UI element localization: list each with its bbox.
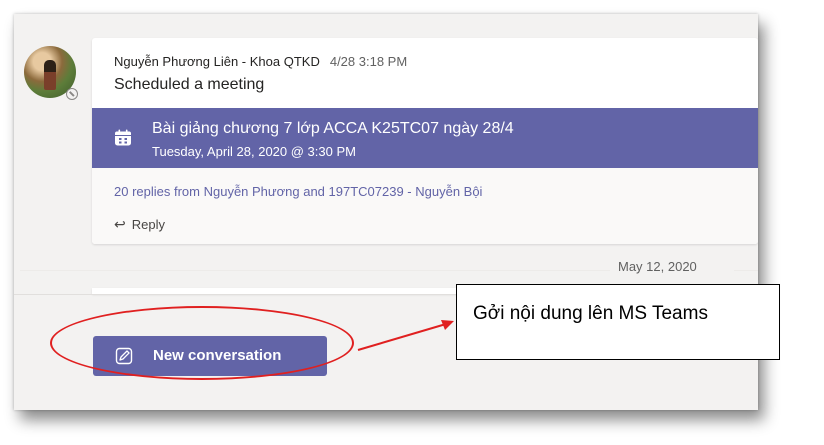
offline-status-icon [66,88,78,100]
annotation-arrow [357,320,454,351]
meeting-banner[interactable]: Bài giảng chương 7 lớp ACCA K25TC07 ngày… [92,108,758,168]
replies-section: 20 replies from Nguyễn Phương and 197TC0… [92,168,758,244]
calendar-icon [115,129,131,146]
reply-label: Reply [131,217,165,232]
post-timestamp: 4/28 3:18 PM [329,54,408,69]
meeting-title: Bài giảng chương 7 lớp ACCA K25TC07 ngày… [152,120,514,137]
replies-link[interactable]: 20 replies from Nguyễn Phương and 197TC0… [114,184,482,199]
date-divider-line [734,270,758,271]
date-divider-line [20,270,610,271]
meeting-post-card: Nguyễn Phương Liên - Khoa QTKD 4/28 3:18 … [92,38,758,244]
annotation-callout: Gởi nội dung lên MS Teams [456,284,780,360]
post-author[interactable]: Nguyễn Phương Liên - Khoa QTKD [114,54,320,69]
date-separator: May 12, 2020 [618,259,697,274]
avatar-photo [44,60,56,90]
meeting-date: Tuesday, April 28, 2020 @ 3:30 PM [152,144,356,159]
callout-text: Gởi nội dung lên MS Teams [473,303,708,324]
reply-button[interactable]: ↩ Reply [114,216,165,233]
highlight-ellipse [50,306,354,380]
reply-arrow-icon: ↩ [114,216,126,232]
post-subject: Scheduled a meeting [114,76,265,93]
post-meta: Nguyễn Phương Liên - Khoa QTKD 4/28 3:18 … [114,54,407,69]
